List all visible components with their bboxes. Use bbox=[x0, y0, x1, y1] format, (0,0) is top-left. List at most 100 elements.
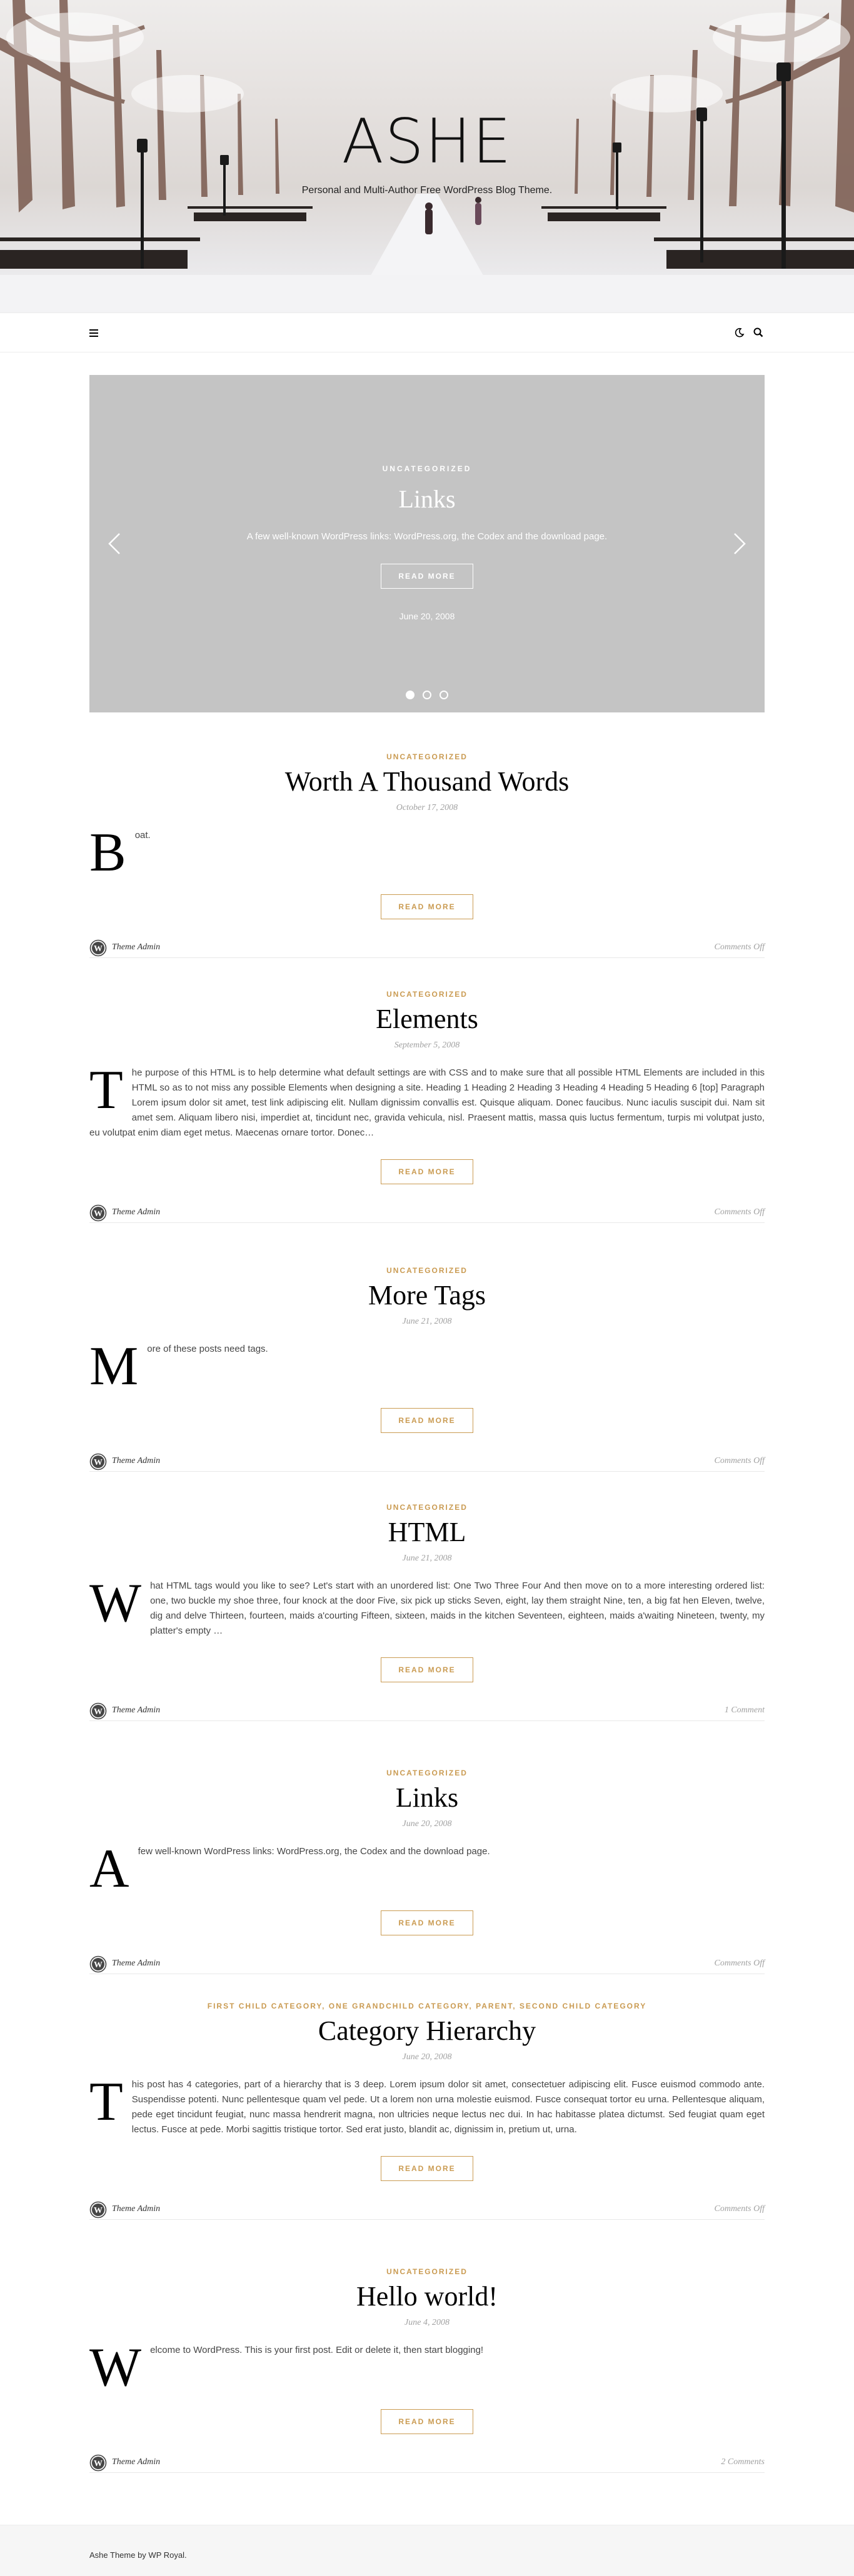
svg-text:W: W bbox=[94, 1707, 103, 1717]
post-meta: W Theme Admin 1 Comment bbox=[89, 1702, 765, 1721]
post-card: UNCATEGORIZED Worth A Thousand Words Oct… bbox=[89, 752, 765, 958]
post-excerpt: oat. bbox=[134, 830, 151, 841]
post-excerpt: hat HTML tags would you like to see? Let… bbox=[150, 1580, 765, 1636]
main-navigation bbox=[0, 312, 854, 352]
post-title[interactable]: Worth A Thousand Words bbox=[89, 764, 765, 799]
slide-category[interactable]: UNCATEGORIZED bbox=[89, 464, 765, 473]
post-comments[interactable]: Comments Off bbox=[715, 942, 765, 952]
read-more-button[interactable]: READ MORE bbox=[381, 1159, 473, 1184]
post-category[interactable]: UNCATEGORIZED bbox=[89, 1266, 765, 1276]
post-category[interactable]: UNCATEGORIZED bbox=[89, 752, 765, 762]
author-avatar-wordpress-icon[interactable]: W bbox=[89, 1955, 107, 1973]
featured-slider: UNCATEGORIZED Links A few well-known Wor… bbox=[89, 375, 765, 712]
post-date: June 21, 2008 bbox=[402, 1317, 452, 1326]
post-meta: W Theme Admin Comments Off bbox=[89, 1453, 765, 1472]
post-title[interactable]: HTML bbox=[89, 1515, 765, 1550]
post-comments[interactable]: Comments Off bbox=[715, 1959, 765, 1969]
read-more-button[interactable]: READ MORE bbox=[381, 1408, 473, 1433]
chevron-left-icon[interactable] bbox=[107, 531, 122, 556]
site-tagline: Personal and Multi-Author Free WordPress… bbox=[301, 185, 553, 196]
author-avatar-wordpress-icon[interactable]: W bbox=[89, 939, 107, 957]
post-author[interactable]: Theme Admin bbox=[112, 2457, 160, 2467]
chevron-right-icon[interactable] bbox=[732, 531, 747, 556]
post-card: UNCATEGORIZED Hello world! June 4, 2008 … bbox=[89, 2267, 765, 2473]
slide-title[interactable]: Links bbox=[89, 484, 765, 514]
site-title[interactable]: ASHE bbox=[0, 111, 854, 172]
site-footer: Ashe Theme by WP Royal. bbox=[0, 2525, 854, 2576]
slider-dot-2[interactable] bbox=[423, 691, 431, 699]
post-author[interactable]: Theme Admin bbox=[112, 1207, 160, 1217]
author-avatar-wordpress-icon[interactable]: W bbox=[89, 1702, 107, 1720]
post-category[interactable]: UNCATEGORIZED bbox=[89, 2267, 765, 2277]
post-comments[interactable]: 1 Comment bbox=[725, 1705, 765, 1715]
slider-dot-3[interactable] bbox=[440, 691, 449, 699]
post-date: September 5, 2008 bbox=[394, 1041, 460, 1050]
post-meta: W Theme Admin Comments Off bbox=[89, 1955, 765, 1974]
post-comments[interactable]: Comments Off bbox=[715, 2204, 765, 2214]
hamburger-icon[interactable] bbox=[89, 327, 101, 337]
post-date: June 21, 2008 bbox=[402, 1554, 452, 1563]
post-author[interactable]: Theme Admin bbox=[112, 1705, 160, 1715]
post-excerpt-block: A few well-known WordPress links: WordPr… bbox=[89, 1839, 765, 1899]
post-title[interactable]: Category Hierarchy bbox=[89, 2014, 765, 2049]
slider-dot-1[interactable] bbox=[405, 691, 414, 699]
post-date: June 4, 2008 bbox=[404, 2318, 450, 2327]
footer-copyright[interactable]: Ashe Theme by WP Royal. bbox=[89, 2550, 187, 2560]
post-dropcap: T bbox=[89, 1060, 123, 1121]
post-dropcap: M bbox=[89, 1336, 139, 1397]
read-more-button[interactable]: READ MORE bbox=[381, 1657, 473, 1682]
post-dropcap: B bbox=[89, 822, 126, 883]
post-excerpt: he purpose of this HTML is to help deter… bbox=[89, 1067, 765, 1138]
post-comments[interactable]: 2 Comments bbox=[721, 2457, 765, 2467]
author-avatar-wordpress-icon[interactable]: W bbox=[89, 2201, 107, 2219]
post-meta: W Theme Admin Comments Off bbox=[89, 1204, 765, 1223]
post-comments[interactable]: Comments Off bbox=[715, 1456, 765, 1466]
svg-text:W: W bbox=[94, 2206, 103, 2215]
post-comments[interactable]: Comments Off bbox=[715, 1207, 765, 1217]
post-title[interactable]: Elements bbox=[89, 1002, 765, 1037]
post-excerpt-block: B oat. bbox=[89, 822, 765, 883]
author-avatar-wordpress-icon[interactable]: W bbox=[89, 1204, 107, 1222]
post-category[interactable]: FIRST CHILD CATEGORY, ONE GRANDCHILD CAT… bbox=[89, 2001, 765, 2011]
post-author[interactable]: Theme Admin bbox=[112, 942, 160, 952]
site-header: ASHE Personal and Multi-Author Free Word… bbox=[0, 0, 854, 312]
read-more-button[interactable]: READ MORE bbox=[381, 894, 473, 919]
post-category[interactable]: UNCATEGORIZED bbox=[89, 1768, 765, 1778]
read-more-button[interactable]: READ MORE bbox=[381, 1910, 473, 1935]
post-title[interactable]: More Tags bbox=[89, 1278, 765, 1313]
post-excerpt: elcome to WordPress. This is your first … bbox=[150, 2345, 484, 2355]
post-author[interactable]: Theme Admin bbox=[112, 2204, 160, 2214]
post-excerpt-block: T his post has 4 categories, part of a h… bbox=[89, 2072, 765, 2137]
post-excerpt: few well-known WordPress links: WordPres… bbox=[138, 1846, 490, 1857]
post-dropcap: T bbox=[89, 2072, 123, 2132]
author-avatar-wordpress-icon[interactable]: W bbox=[89, 2454, 107, 2472]
post-title[interactable]: Hello world! bbox=[89, 2279, 765, 2314]
post-excerpt-block: M ore of these posts need tags. bbox=[89, 1336, 765, 1397]
post-dropcap: A bbox=[89, 1839, 129, 1899]
read-more-button[interactable]: READ MORE bbox=[381, 2156, 473, 2181]
slide-read-more-button[interactable]: READ MORE bbox=[381, 564, 473, 589]
svg-text:W: W bbox=[94, 944, 103, 954]
post-title[interactable]: Links bbox=[89, 1780, 765, 1815]
post-card: UNCATEGORIZED More Tags June 21, 2008 M … bbox=[89, 1266, 765, 1472]
post-category[interactable]: UNCATEGORIZED bbox=[89, 989, 765, 999]
post-category[interactable]: UNCATEGORIZED bbox=[89, 1502, 765, 1512]
svg-text:W: W bbox=[94, 1458, 103, 1467]
search-icon[interactable] bbox=[753, 327, 764, 338]
slide-date: June 20, 2008 bbox=[399, 611, 455, 621]
slide-excerpt: A few well-known WordPress links: WordPr… bbox=[246, 531, 608, 542]
post-date: October 17, 2008 bbox=[396, 803, 458, 812]
moon-icon[interactable] bbox=[734, 327, 745, 338]
post-excerpt-block: W elcome to WordPress. This is your firs… bbox=[89, 2340, 765, 2395]
post-card: FIRST CHILD CATEGORY, ONE GRANDCHILD CAT… bbox=[89, 2001, 765, 2220]
svg-text:W: W bbox=[94, 1209, 103, 1219]
svg-text:W: W bbox=[94, 1960, 103, 1970]
post-author[interactable]: Theme Admin bbox=[112, 1456, 160, 1466]
post-card: UNCATEGORIZED Links June 20, 2008 A few … bbox=[89, 1768, 765, 1974]
author-avatar-wordpress-icon[interactable]: W bbox=[89, 1453, 107, 1470]
post-date: June 20, 2008 bbox=[402, 1819, 452, 1829]
post-meta: W Theme Admin 2 Comments bbox=[89, 2454, 765, 2473]
post-author[interactable]: Theme Admin bbox=[112, 1959, 160, 1969]
read-more-button[interactable]: READ MORE bbox=[381, 2409, 473, 2434]
post-excerpt-block: T he purpose of this HTML is to help det… bbox=[89, 1060, 765, 1141]
